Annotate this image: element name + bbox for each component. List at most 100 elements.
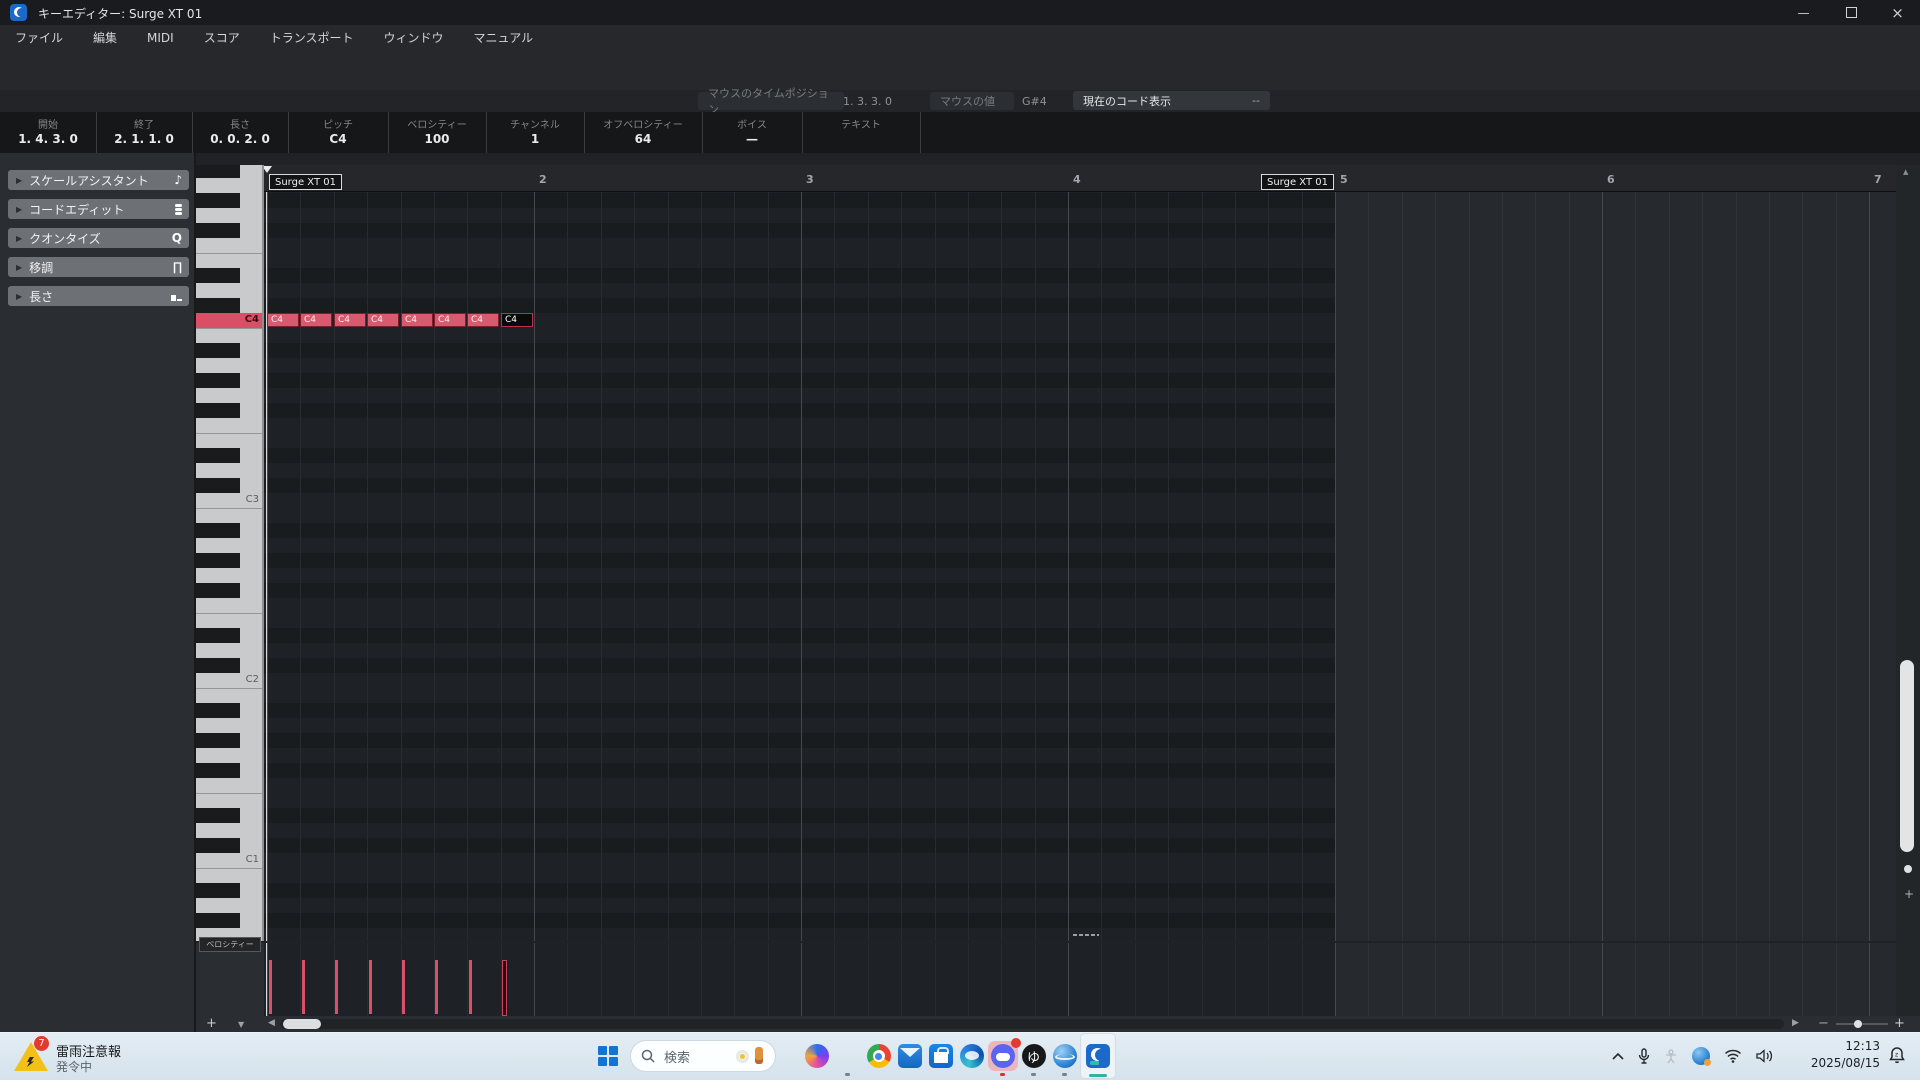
velocity-bar[interactable] xyxy=(469,960,472,1014)
menu-item-スコア[interactable]: スコア xyxy=(189,29,255,46)
velocity-bar[interactable] xyxy=(302,960,305,1014)
black-key[interactable] xyxy=(196,763,240,778)
midi-note[interactable]: C4 xyxy=(401,313,433,327)
vertical-scrollbar-thumb[interactable] xyxy=(1900,660,1914,852)
black-key[interactable] xyxy=(196,733,240,748)
horizontal-scrollbar-thumb[interactable] xyxy=(283,1019,321,1029)
search-box[interactable]: 検索 xyxy=(630,1040,776,1072)
black-key[interactable] xyxy=(196,298,240,313)
notification-bell[interactable]: z xyxy=(1888,1046,1906,1065)
tray-chevron-up[interactable] xyxy=(1612,1052,1624,1060)
velocity-bar[interactable] xyxy=(335,960,338,1014)
v-zoom-in-button[interactable]: + xyxy=(1904,887,1914,901)
black-key[interactable] xyxy=(196,373,240,388)
info-field-value[interactable]: 2. 1. 1. 0 xyxy=(96,132,192,146)
taskbar-app-task-view[interactable] xyxy=(770,1034,801,1078)
info-field-value[interactable]: 100 xyxy=(388,132,486,146)
wifi-tray-icon[interactable] xyxy=(1724,1049,1742,1063)
black-key[interactable] xyxy=(196,403,240,418)
taskbar-app-chrome[interactable] xyxy=(863,1034,894,1078)
add-controller-lane-button[interactable]: + xyxy=(206,1016,217,1031)
velocity-bar[interactable] xyxy=(402,960,405,1014)
black-key[interactable] xyxy=(196,193,240,208)
black-key[interactable] xyxy=(196,703,240,718)
h-zoom-out-button[interactable]: − xyxy=(1818,1016,1829,1031)
menu-item-マニュアル[interactable]: マニュアル xyxy=(459,29,549,46)
h-zoom-slider[interactable] xyxy=(1836,1020,1888,1028)
menu-item-編集[interactable]: 編集 xyxy=(78,29,132,46)
piano-keyboard[interactable]: C1 C2 C3 C4 xyxy=(196,165,264,941)
black-key[interactable] xyxy=(196,268,240,283)
menu-item-トランスポート[interactable]: トランスポート xyxy=(255,29,369,46)
close-button[interactable]: × xyxy=(1875,0,1920,25)
info-field-value[interactable]: 64 xyxy=(584,132,702,146)
black-key[interactable] xyxy=(196,343,240,358)
taskbar-clock[interactable]: 12:13 2025/08/15 xyxy=(1800,1038,1880,1072)
menu-item-ファイル[interactable]: ファイル xyxy=(0,29,78,46)
timeline-ruler[interactable]: 2 3 4 5 6 7 Surge XT 01 Surge XT 01 xyxy=(264,165,1896,192)
midi-note-selected[interactable]: C4 xyxy=(501,313,533,327)
part-end-label[interactable]: Surge XT 01 xyxy=(1261,174,1334,190)
h-zoom-slider-handle[interactable] xyxy=(1854,1020,1862,1028)
velocity-bar[interactable] xyxy=(435,960,438,1014)
scroll-up-arrow[interactable]: ▲ xyxy=(1903,168,1908,176)
info-field-value[interactable]: — xyxy=(702,132,802,146)
black-key[interactable] xyxy=(196,448,240,463)
midi-note[interactable]: C4 xyxy=(434,313,466,327)
black-key[interactable] xyxy=(196,838,240,853)
project-cursor-handle[interactable] xyxy=(264,166,272,173)
menu-item-ウィンドウ[interactable]: ウィンドウ xyxy=(368,29,458,46)
black-key[interactable] xyxy=(196,223,240,238)
taskbar-app-yu[interactable]: ゆ xyxy=(1018,1034,1049,1078)
taskbar-app-edge[interactable] xyxy=(956,1034,987,1078)
microphone-tray-icon[interactable] xyxy=(1638,1048,1650,1064)
maximize-button[interactable] xyxy=(1829,0,1874,25)
h-zoom-in-button[interactable]: + xyxy=(1894,1016,1905,1031)
black-key[interactable] xyxy=(196,913,240,928)
velocity-bar-selected[interactable] xyxy=(502,960,507,1016)
info-field-value[interactable]: 1. 4. 3. 0 xyxy=(0,132,96,146)
black-key[interactable] xyxy=(196,808,240,823)
black-key[interactable] xyxy=(196,658,240,673)
accessibility-tray-icon[interactable] xyxy=(1664,1048,1678,1064)
taskbar-app-store[interactable] xyxy=(925,1034,956,1078)
info-field-value[interactable]: 1 xyxy=(486,132,584,146)
black-key[interactable] xyxy=(196,583,240,598)
sidebar-section-2[interactable]: ▶ コードエディット xyxy=(8,199,189,219)
black-key[interactable] xyxy=(196,628,240,643)
midi-note[interactable]: C4 xyxy=(467,313,499,327)
taskbar-app-file-explorer[interactable] xyxy=(832,1034,863,1078)
note-grid[interactable]: C4 C4 C4 C4 C4 C4 C4 C4 xyxy=(264,192,1896,941)
vertical-scrollbar[interactable]: ▲ + xyxy=(1896,165,1920,1016)
black-key[interactable] xyxy=(196,478,240,493)
taskbar-app-sphere[interactable] xyxy=(1049,1034,1080,1078)
info-field-value[interactable]: 0. 0. 2. 0 xyxy=(192,132,288,146)
app-tray-icon[interactable] xyxy=(1692,1047,1711,1066)
taskbar-app-cubase[interactable] xyxy=(1080,1033,1116,1079)
midi-note[interactable]: C4 xyxy=(334,313,366,327)
weather-widget[interactable]: 7 雷雨注意報 発令中 xyxy=(0,1033,180,1080)
controller-lane-dropdown[interactable]: ▼ xyxy=(238,1020,244,1029)
scroll-right-arrow[interactable]: ▶ xyxy=(1792,1018,1799,1028)
velocity-lane[interactable] xyxy=(264,943,1896,1016)
taskbar-app-mail[interactable] xyxy=(894,1034,925,1078)
sidebar-section-4[interactable]: ▶ 移調 ∏ xyxy=(8,257,189,277)
sidebar-section-3[interactable]: ▶ クオンタイズ Q xyxy=(8,228,189,248)
midi-note[interactable]: C4 xyxy=(300,313,332,327)
velocity-bar[interactable] xyxy=(269,960,272,1014)
midi-note[interactable]: C4 xyxy=(267,313,299,327)
taskbar-app-discord[interactable] xyxy=(987,1034,1021,1078)
part-start-label[interactable]: Surge XT 01 xyxy=(269,174,342,190)
sidebar-section-5[interactable]: ▶ 長さ xyxy=(8,286,189,306)
scroll-left-arrow[interactable]: ◀ xyxy=(268,1018,275,1028)
volume-tray-icon[interactable] xyxy=(1756,1049,1773,1063)
menu-item-MIDI[interactable]: MIDI xyxy=(132,31,189,45)
black-key[interactable] xyxy=(196,883,240,898)
start-button[interactable] xyxy=(598,1046,618,1066)
sidebar-section-1[interactable]: ▶ スケールアシスタント ♪ xyxy=(8,170,189,190)
black-key[interactable] xyxy=(196,553,240,568)
minimize-button[interactable]: — xyxy=(1781,0,1826,25)
velocity-bar[interactable] xyxy=(369,960,372,1014)
lane-split-handle[interactable] xyxy=(1073,934,1099,936)
horizontal-scrollbar[interactable] xyxy=(280,1019,1784,1029)
